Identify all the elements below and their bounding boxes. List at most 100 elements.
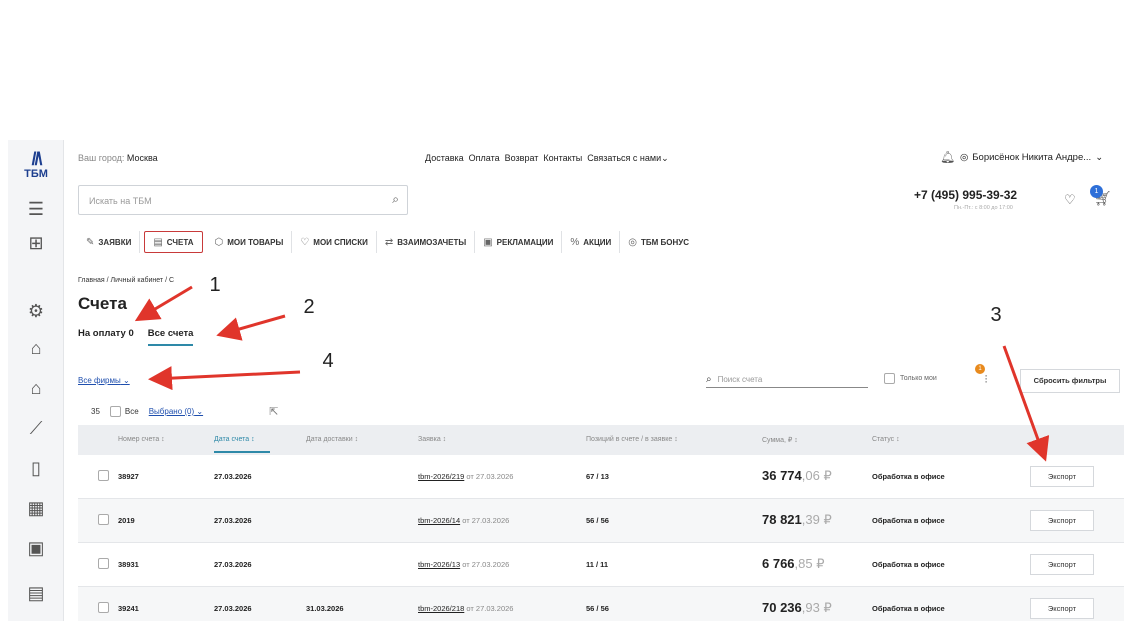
- bell-icon[interactable]: 🔔︎: [940, 150, 955, 164]
- tbm-logo[interactable]: //\ ТБМ: [16, 150, 56, 186]
- table-row[interactable]: 2019 27.03.2026 tbm-2026/14 от 27.03.202…: [78, 499, 1124, 543]
- category-icon-8[interactable]: ▤: [22, 580, 50, 606]
- order-link[interactable]: tbm-2026/218: [418, 604, 464, 613]
- reset-filters-button[interactable]: Сбросить фильтры: [1020, 369, 1120, 393]
- table-row[interactable]: 39241 27.03.2026 31.03.2026 tbm-2026/218…: [78, 587, 1124, 621]
- cursor-icon: ⇱: [269, 406, 279, 418]
- col-delivery[interactable]: Дата доставки ↕: [306, 436, 358, 443]
- tab-invoices[interactable]: ▤ СЧЕТА: [144, 231, 203, 253]
- order-link[interactable]: tbm-2026/219: [418, 472, 464, 481]
- city-selector[interactable]: Ваш город: Москва: [78, 153, 158, 163]
- export-button[interactable]: Экспорт: [1030, 466, 1094, 487]
- all-label: Все: [124, 407, 139, 416]
- percent-icon: %: [570, 236, 580, 248]
- row-checkbox[interactable]: [98, 470, 109, 481]
- export-button[interactable]: Экспорт: [1030, 554, 1094, 575]
- sum-decimal: ,85 ₽: [794, 556, 825, 571]
- nav-contact-us[interactable]: Связаться с нами⌄: [587, 153, 668, 164]
- export-button[interactable]: Экспорт: [1030, 598, 1094, 619]
- sum-integer: 36 774: [762, 468, 802, 483]
- table-header: Номер счета ↕ Дата счета ↕ Дата доставки…: [78, 425, 1124, 455]
- subtab-to-pay[interactable]: На оплату 0: [78, 328, 134, 346]
- user-icon: ◎: [960, 152, 969, 163]
- category-icon-1[interactable]: ⚙: [22, 298, 50, 324]
- tab-label: ВЗАИМОЗАЧЕТЫ: [397, 237, 467, 247]
- tab-complaints[interactable]: ▣ РЕКЛАМАЦИИ: [475, 231, 563, 253]
- category-icon-4[interactable]: ⟋: [22, 415, 50, 441]
- selected-dropdown[interactable]: Выбрано (0) ⌄: [149, 407, 203, 416]
- selected-label: Выбрано (0): [148, 407, 195, 416]
- tab-bonus[interactable]: ◎ ТБМ БОНУС: [620, 231, 697, 253]
- tab-label: РЕКЛАМАЦИИ: [496, 237, 554, 247]
- invoice-number: 39241: [118, 604, 139, 613]
- row-checkbox[interactable]: [98, 514, 109, 525]
- select-all-checkbox[interactable]: Все: [109, 406, 139, 417]
- complaint-icon: ▣: [483, 236, 493, 248]
- logo-mark: //\: [31, 149, 42, 169]
- search-icon[interactable]: ⌕: [392, 192, 399, 207]
- subtab-all-invoices[interactable]: Все счета: [147, 328, 194, 346]
- positions: 56 / 56: [586, 604, 609, 613]
- logo-text: ТБМ: [24, 168, 48, 180]
- top-nav: Доставка Оплата Возврат Контакты Связать…: [425, 153, 669, 164]
- invoice-search-input[interactable]: ⌕ Поиск счета: [706, 372, 868, 388]
- tab-offsets[interactable]: ⇄ ВЗАИМОЗАЧЕТЫ: [377, 231, 476, 253]
- col-positions[interactable]: Позиций в счете / в заявке ↕: [586, 436, 678, 443]
- invoice-sum: 6 766,85 ₽: [762, 556, 825, 572]
- firms-filter-label: Все фирмы: [78, 376, 121, 385]
- tab-my-lists[interactable]: ♡ МОИ СПИСКИ: [292, 231, 377, 253]
- order-cell: tbm-2026/14 от 27.03.2026: [418, 516, 509, 525]
- screen: //\ ТБМ ☰ ⊞ ⚙ ⌂ ⌂ ⟋ ▯ ▦ ▣ ▤ Ваш город: М…: [0, 0, 1124, 621]
- search-input[interactable]: Искать на ТБМ ⌕: [78, 185, 408, 215]
- catalog-icon[interactable]: ⊞: [22, 230, 50, 256]
- menu-icon[interactable]: ☰: [22, 196, 50, 222]
- col-date[interactable]: Дата счета ↕: [214, 436, 270, 453]
- firms-filter[interactable]: Все фирмы ⌄: [78, 376, 130, 385]
- table-row[interactable]: 38927 27.03.2026 tbm-2026/219 от 27.03.2…: [78, 455, 1124, 499]
- nav-delivery[interactable]: Доставка: [425, 153, 464, 164]
- order-cell: tbm-2026/13 от 27.03.2026: [418, 560, 509, 569]
- breadcrumb[interactable]: Главная / Личный кабинет / С: [78, 277, 174, 284]
- account-tabs: ✎ ЗАЯВКИ ▤ СЧЕТА ⬡ МОИ ТОВАРЫ ♡ МОИ СПИСКИ ⇄…: [78, 231, 697, 253]
- tab-promotions[interactable]: % АКЦИИ: [562, 231, 621, 253]
- edit-icon: ✎: [86, 236, 95, 248]
- category-icon-2[interactable]: ⌂: [22, 335, 50, 361]
- col-order[interactable]: Заявка ↕: [418, 436, 446, 443]
- nav-return[interactable]: Возврат: [505, 153, 539, 164]
- annotation-4: 4: [306, 350, 350, 384]
- order-link[interactable]: tbm-2026/14: [418, 516, 460, 525]
- user-menu[interactable]: ◎ Борисёнок Никита Андре... ⌄: [960, 152, 1103, 163]
- order-cell: tbm-2026/218 от 27.03.2026: [418, 604, 513, 613]
- invoice-number: 38931: [118, 560, 139, 569]
- only-mine-checkbox[interactable]: Только мои: [884, 370, 954, 386]
- chevron-down-icon: ⌄: [123, 376, 130, 385]
- chevron-down-icon: ⌄: [1095, 152, 1104, 163]
- category-icon-3[interactable]: ⌂: [22, 375, 50, 401]
- search-placeholder: Искать на ТБМ: [89, 196, 152, 206]
- favorites-icon[interactable]: ♡: [1064, 192, 1076, 208]
- nav-contacts[interactable]: Контакты: [543, 153, 582, 164]
- positions: 11 / 11: [586, 560, 609, 569]
- category-icon-7[interactable]: ▣: [22, 535, 50, 561]
- city-label: Ваш город:: [78, 153, 125, 163]
- tab-my-products[interactable]: ⬡ МОИ ТОВАРЫ: [207, 231, 293, 253]
- invoice-date: 27.03.2026: [214, 604, 252, 613]
- col-number[interactable]: Номер счета ↕: [118, 436, 165, 443]
- row-checkbox[interactable]: [98, 558, 109, 569]
- nav-payment[interactable]: Оплата: [469, 153, 500, 164]
- category-icon-5[interactable]: ▯: [22, 455, 50, 481]
- export-button[interactable]: Экспорт: [1030, 510, 1094, 531]
- order-link[interactable]: tbm-2026/13: [418, 560, 460, 569]
- phone-number[interactable]: +7 (495) 995-39-32: [914, 188, 1017, 202]
- category-icon-6[interactable]: ▦: [22, 495, 50, 521]
- search-icon: ⌕: [706, 374, 712, 385]
- table-row[interactable]: 38931 27.03.2026 tbm-2026/13 от 27.03.20…: [78, 543, 1124, 587]
- col-status[interactable]: Статус ↕: [872, 436, 900, 443]
- invoice-date: 27.03.2026: [214, 472, 252, 481]
- col-sum[interactable]: Сумма, ₽ ↕: [762, 436, 798, 444]
- tab-label: МОИ СПИСКИ: [313, 237, 368, 247]
- row-checkbox[interactable]: [98, 602, 109, 613]
- tab-orders[interactable]: ✎ ЗАЯВКИ: [78, 231, 141, 253]
- box-icon: ⬡: [214, 236, 224, 248]
- tab-label: МОИ ТОВАРЫ: [227, 237, 284, 247]
